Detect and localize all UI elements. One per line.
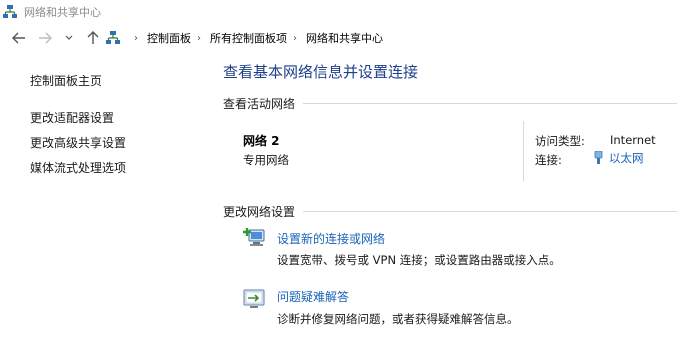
access-type-value: Internet (610, 133, 656, 147)
breadcrumb-all-items[interactable]: 所有控制面板项 (210, 30, 287, 46)
connection-label: 连接: (535, 153, 562, 167)
connection-link[interactable]: 以太网 (594, 150, 644, 166)
section-heading: 查看活动网络 (223, 97, 296, 111)
section-active-networks: 查看活动网络 (223, 95, 678, 112)
address-bar[interactable]: › 控制面板 › 所有控制面板项 › 网络和共享中心 (106, 28, 679, 48)
chevron-right-icon[interactable]: › (134, 33, 138, 44)
window-title: 网络和共享中心 (24, 6, 101, 19)
troubleshoot-description: 诊断并修复网络问题，或者获得疑难解答信息。 (277, 312, 519, 326)
setup-connection-link[interactable]: 设置新的连接或网络 (277, 230, 385, 247)
vertical-divider (523, 121, 524, 181)
network-center-icon (3, 4, 17, 23)
title-bar: 网络和共享中心 (0, 0, 679, 22)
arrow-left-icon[interactable] (10, 28, 28, 48)
sidebar-home-link[interactable]: 控制面板主页 (30, 72, 102, 89)
troubleshoot-link[interactable]: 问题疑难解答 (277, 288, 349, 305)
breadcrumb-network-center[interactable]: 网络和共享中心 (306, 30, 383, 46)
section-divider (303, 211, 678, 212)
page-title: 查看基本网络信息并设置连接 (223, 63, 419, 81)
connection-value[interactable]: 以太网 (609, 150, 644, 166)
chevron-right-icon[interactable]: › (197, 33, 201, 44)
chevron-down-icon[interactable] (63, 28, 75, 48)
chevron-right-icon[interactable]: › (293, 33, 297, 44)
control-panel-icon (106, 31, 120, 45)
access-type-label: 访问类型: (535, 134, 585, 148)
sidebar-item-adapter-settings[interactable]: 更改适配器设置 (30, 109, 114, 126)
navigation-bar: › 控制面板 › 所有控制面板项 › 网络和共享中心 (0, 26, 679, 50)
network-name: 网络 2 (243, 134, 280, 148)
network-type: 专用网络 (243, 153, 289, 167)
section-heading: 更改网络设置 (223, 205, 296, 219)
section-divider (303, 103, 678, 104)
arrow-up-icon[interactable] (84, 28, 102, 48)
arrow-right-icon[interactable] (36, 28, 54, 48)
breadcrumb-control-panel[interactable]: 控制面板 (147, 30, 191, 46)
sidebar-item-media-streaming[interactable]: 媒体流式处理选项 (30, 159, 126, 176)
sidebar-item-advanced-sharing[interactable]: 更改高级共享设置 (30, 134, 126, 151)
ethernet-icon (594, 151, 603, 165)
setup-connection-description: 设置宽带、拨号或 VPN 连接；或设置路由器或接入点。 (277, 253, 561, 267)
troubleshoot-icon (243, 288, 265, 314)
section-change-settings: 更改网络设置 (223, 203, 678, 220)
new-connection-icon (243, 227, 267, 253)
